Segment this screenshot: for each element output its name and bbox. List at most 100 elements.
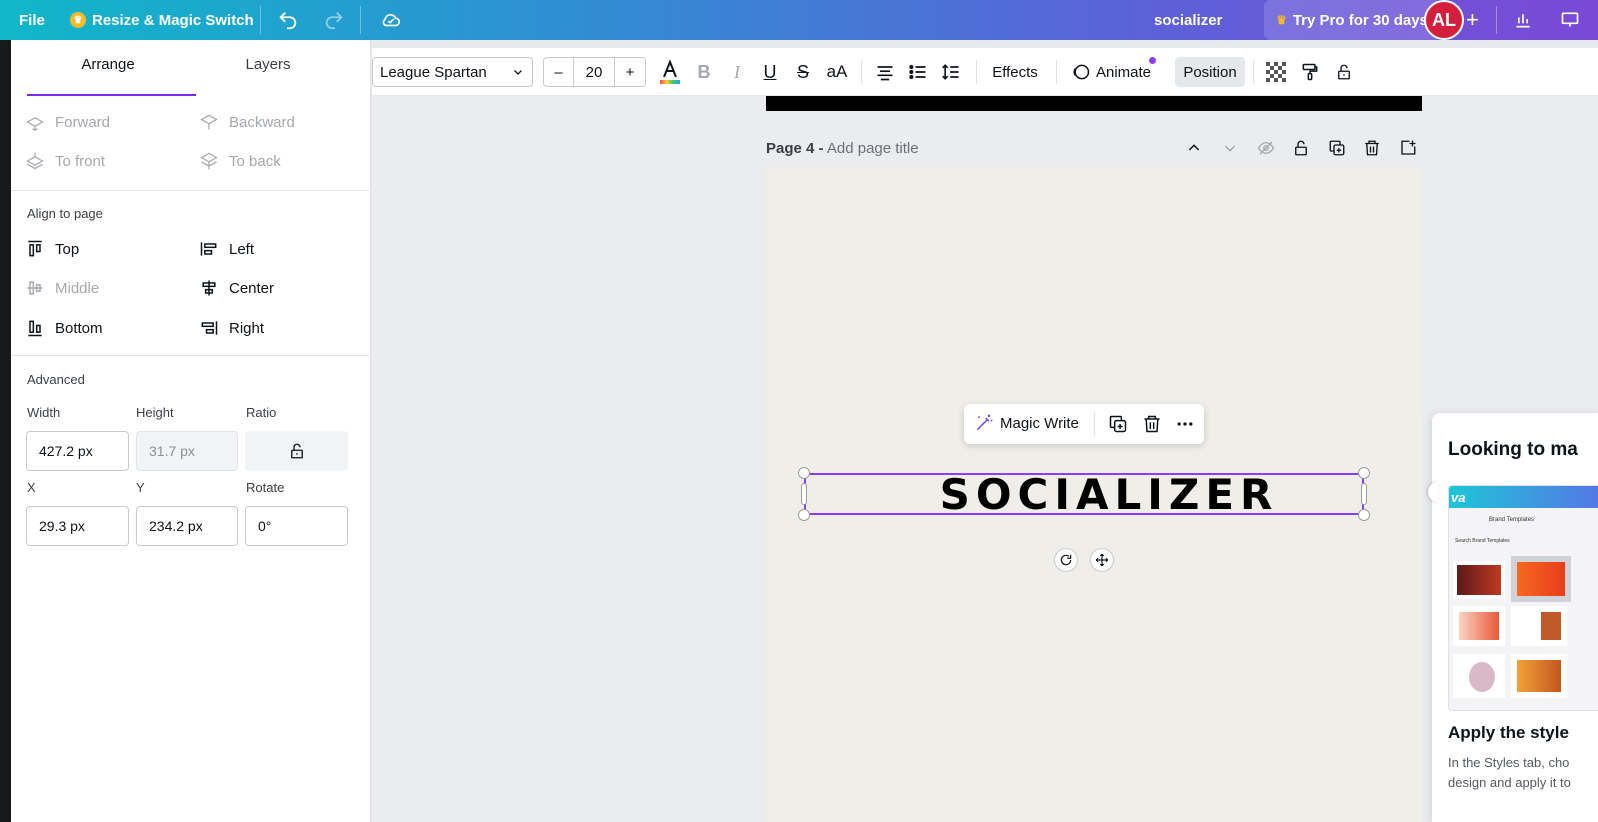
duplicate-element-icon[interactable] bbox=[1108, 414, 1128, 434]
resize-handle-bottom-left[interactable] bbox=[798, 509, 810, 521]
copy-style-button[interactable] bbox=[1299, 57, 1321, 87]
tab-layers[interactable]: Layers bbox=[183, 56, 353, 73]
animate-icon bbox=[1073, 64, 1090, 80]
top-bar: File ♛ Resize & Magic Switch socializer … bbox=[0, 0, 1598, 40]
move-handle[interactable] bbox=[1090, 548, 1114, 572]
resize-label: Resize & Magic Switch bbox=[92, 11, 254, 29]
divider bbox=[1496, 6, 1497, 34]
letter-case-button[interactable]: aA bbox=[825, 57, 849, 87]
text-align-center-button[interactable] bbox=[874, 57, 896, 87]
selected-text-box[interactable]: SOCIALIZER bbox=[804, 470, 1364, 519]
lock-button[interactable] bbox=[1333, 57, 1355, 87]
forward-button[interactable]: Forward bbox=[25, 112, 110, 132]
resize-button[interactable]: ♛ Resize & Magic Switch bbox=[70, 0, 254, 40]
duplicate-page-icon[interactable] bbox=[1328, 139, 1346, 157]
page-down-icon[interactable] bbox=[1222, 140, 1238, 156]
thumb-search: Search Brand Templates bbox=[1455, 538, 1510, 544]
new-badge-dot bbox=[1149, 57, 1156, 64]
resize-handle-right[interactable] bbox=[1361, 483, 1367, 505]
page-header: Page 4 - Add page title bbox=[766, 140, 919, 157]
italic-button[interactable]: I bbox=[727, 57, 747, 87]
resize-handle-top-right[interactable] bbox=[1358, 467, 1370, 479]
headline-text[interactable]: SOCIALIZER bbox=[806, 470, 1362, 519]
magic-write-button[interactable]: Magic Write bbox=[974, 413, 1079, 433]
template-thumbnail bbox=[1453, 606, 1505, 646]
canvas-area: Page 4 - Add page title Magic Write SOCI… bbox=[372, 96, 1598, 822]
position-button[interactable]: Position bbox=[1175, 57, 1245, 87]
align-center-icon bbox=[202, 280, 216, 296]
previous-page[interactable] bbox=[766, 96, 1422, 111]
height-field[interactable]: 31.7 px bbox=[136, 431, 238, 471]
align-center-text-icon bbox=[877, 66, 893, 81]
add-page-icon[interactable] bbox=[1399, 139, 1417, 157]
insights-icon[interactable] bbox=[1513, 0, 1533, 40]
delete-element-icon[interactable] bbox=[1142, 414, 1162, 434]
help-illustration: va Brand Templates Search Brand Template… bbox=[1448, 485, 1598, 711]
resize-handle-bottom-right[interactable] bbox=[1358, 509, 1370, 521]
font-size-increase-button[interactable]: + bbox=[615, 58, 645, 86]
align-left-label: Left bbox=[229, 240, 255, 258]
line-spacing-icon bbox=[942, 64, 959, 80]
x-field[interactable]: 29.3 px bbox=[26, 506, 129, 546]
try-pro-button[interactable]: ♛ Try Pro for 30 days bbox=[1264, 0, 1440, 40]
transparency-button[interactable] bbox=[1265, 57, 1287, 87]
bold-button[interactable]: B bbox=[694, 57, 714, 87]
file-menu-button[interactable]: File bbox=[19, 0, 45, 40]
backward-button[interactable]: Backward bbox=[199, 112, 295, 132]
divider bbox=[1056, 60, 1057, 84]
ratio-lock-button[interactable] bbox=[245, 431, 348, 471]
help-text-line: In the Styles tab, cho bbox=[1448, 755, 1570, 770]
active-tab-indicator bbox=[27, 94, 196, 96]
help-description: In the Styles tab, cho design and apply … bbox=[1448, 753, 1598, 793]
help-subtitle: Apply the style bbox=[1448, 723, 1569, 742]
underline-button[interactable]: U bbox=[760, 57, 780, 87]
add-collaborator-icon[interactable]: + bbox=[1466, 0, 1479, 40]
resize-handle-left[interactable] bbox=[801, 483, 807, 505]
lock-page-icon[interactable] bbox=[1292, 139, 1310, 157]
redo-icon[interactable] bbox=[323, 0, 345, 40]
align-bottom-label: Bottom bbox=[55, 319, 103, 337]
text-color-button[interactable] bbox=[656, 57, 684, 87]
undo-icon[interactable] bbox=[277, 0, 299, 40]
present-icon[interactable] bbox=[1560, 0, 1580, 40]
align-top-button[interactable]: Top bbox=[25, 239, 79, 259]
cloud-saved-icon[interactable] bbox=[379, 0, 403, 40]
delete-page-icon[interactable] bbox=[1363, 139, 1381, 157]
align-left-button[interactable]: Left bbox=[199, 239, 254, 259]
design-page[interactable]: Magic Write SOCIALIZER bbox=[766, 167, 1422, 822]
rotate-field[interactable]: 0° bbox=[245, 506, 348, 546]
width-field[interactable]: 427.2 px bbox=[26, 431, 129, 471]
align-right-button[interactable]: Right bbox=[199, 318, 264, 338]
font-size-input[interactable]: 20 bbox=[574, 58, 615, 86]
y-field[interactable]: 234.2 px bbox=[136, 506, 238, 546]
to-front-button[interactable]: To front bbox=[25, 151, 105, 171]
strikethrough-button[interactable]: S bbox=[793, 57, 813, 87]
align-bottom-button[interactable]: Bottom bbox=[25, 318, 103, 338]
spacing-button[interactable] bbox=[940, 57, 962, 87]
font-family-value: League Spartan bbox=[380, 63, 487, 81]
rotate-handle[interactable] bbox=[1054, 548, 1078, 572]
page-up-icon[interactable] bbox=[1186, 140, 1202, 156]
page-title-input[interactable]: Add page title bbox=[827, 140, 919, 157]
to-back-button[interactable]: To back bbox=[199, 151, 281, 171]
align-center-button[interactable]: Center bbox=[199, 278, 274, 298]
help-text-line: design and apply it to bbox=[1448, 775, 1571, 790]
divider bbox=[360, 6, 361, 34]
align-left-icon bbox=[200, 242, 217, 256]
font-size-decrease-button[interactable]: – bbox=[544, 58, 574, 86]
panel-tabs: Arrange Layers bbox=[11, 40, 371, 96]
animate-button[interactable]: Animate bbox=[1069, 57, 1156, 87]
text-toolbar: League Spartan – 20 + B I U S aA Effects… bbox=[372, 48, 1598, 96]
align-middle-button[interactable]: Middle bbox=[25, 278, 99, 298]
avatar[interactable]: AL bbox=[1424, 0, 1464, 40]
template-thumbnail bbox=[1453, 561, 1505, 599]
more-options-icon[interactable] bbox=[1174, 414, 1196, 434]
document-title[interactable]: socializer bbox=[1154, 0, 1222, 40]
list-button[interactable] bbox=[907, 57, 929, 87]
tab-arrange[interactable]: Arrange bbox=[23, 56, 193, 73]
resize-handle-top-left[interactable] bbox=[798, 467, 810, 479]
help-title: Looking to ma bbox=[1448, 439, 1578, 460]
hide-page-icon[interactable] bbox=[1257, 139, 1275, 157]
effects-button[interactable]: Effects bbox=[986, 57, 1044, 87]
font-family-dropdown[interactable]: League Spartan bbox=[372, 57, 533, 87]
